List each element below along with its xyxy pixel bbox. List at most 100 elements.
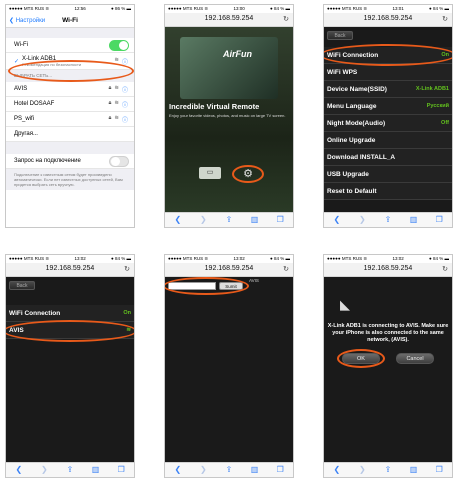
- back-arrow-icon[interactable]: ❮: [171, 213, 185, 227]
- share-icon[interactable]: ⇪: [222, 463, 236, 477]
- remote-icon[interactable]: ▭: [199, 167, 221, 179]
- menu-wifi-wps[interactable]: WiFi WPS: [324, 64, 452, 81]
- network-avis[interactable]: AVIS ≋: [6, 322, 134, 339]
- menu-usb-upgrade[interactable]: USB Upgrade: [324, 166, 452, 183]
- gear-icon[interactable]: ⚙: [237, 167, 259, 181]
- address-bar[interactable]: 192.168.59.254 ↻: [324, 13, 452, 27]
- forward-arrow-icon[interactable]: ❯: [355, 213, 369, 227]
- password-page: AVIS Sumit: [165, 277, 293, 462]
- bookmarks-icon[interactable]: ▥: [248, 463, 262, 477]
- wifi-toggle[interactable]: [109, 39, 129, 51]
- menu-wifi-connection[interactable]: WiFi Connection On: [6, 305, 134, 322]
- forward-arrow-icon[interactable]: ❯: [196, 213, 210, 227]
- back-button[interactable]: Back: [327, 31, 353, 40]
- address-bar[interactable]: 192.168.59.254 ↻: [165, 263, 293, 277]
- browser-toolbar: ❮ ❯ ⇪ ▥ ❐: [324, 212, 452, 227]
- bookmarks-icon[interactable]: ▥: [89, 463, 103, 477]
- status-bar: ●●●●● MTS RUS ≋ 12:56 ● 86 % ▬: [6, 5, 134, 13]
- share-icon[interactable]: ⇪: [381, 213, 395, 227]
- group-spacer: [6, 28, 134, 38]
- settings-page: Back WiFi Connection On WiFi WPS Device …: [324, 27, 452, 212]
- reload-icon[interactable]: ↻: [442, 15, 448, 23]
- info-icon[interactable]: ⓘ: [122, 57, 128, 66]
- reload-icon[interactable]: ↻: [442, 265, 448, 273]
- share-icon[interactable]: ⇪: [63, 463, 77, 477]
- menu-night-mode[interactable]: Night Mode(Audio) Off: [324, 115, 452, 132]
- network-name: AVIS: [9, 326, 24, 334]
- ask-to-join-toggle[interactable]: [109, 155, 129, 167]
- menu-download[interactable]: Download INSTALL_A: [324, 149, 452, 166]
- menu-label: WiFi Connection: [327, 51, 379, 59]
- reload-icon[interactable]: ↻: [283, 15, 289, 23]
- ask-to-join-label: Запрос на подключение: [14, 158, 81, 164]
- menu-label: Menu Language: [327, 102, 377, 110]
- tabs-icon[interactable]: ❐: [114, 463, 128, 477]
- connected-network-row[interactable]: ✓ X-Link ADB1 Рекомендация по безопаснос…: [6, 53, 134, 70]
- network-item-other[interactable]: Другая...: [6, 127, 134, 142]
- forward-arrow-icon[interactable]: ❯: [355, 463, 369, 477]
- back-arrow-icon[interactable]: ❮: [330, 463, 344, 477]
- password-input[interactable]: [168, 282, 216, 290]
- share-icon[interactable]: ⇪: [381, 463, 395, 477]
- menu-online-upgrade[interactable]: Online Upgrade: [324, 132, 452, 149]
- menu-label: Download INSTALL_A: [327, 153, 396, 161]
- airfun-hero-image: [180, 37, 278, 99]
- menu-value: Русский: [426, 103, 449, 109]
- wifi-label: Wi-Fi: [14, 42, 28, 48]
- submit-button[interactable]: Sumit: [219, 282, 243, 290]
- url-text: 192.168.59.254: [204, 265, 254, 272]
- share-icon[interactable]: ⇪: [222, 213, 236, 227]
- network-item[interactable]: PS_wifi 🔒︎ ≋ ⓘ: [6, 112, 134, 127]
- back-arrow-icon[interactable]: ❮: [12, 463, 26, 477]
- back-settings-link[interactable]: ❮ Настройки: [9, 17, 45, 24]
- wifi-warning-icon: ◣: [340, 297, 350, 312]
- screen-device-menu: ●●●●● MTS RUS ≋ 13:01 ● 84 % ▬ 192.168.5…: [323, 4, 453, 228]
- network-icons: 🔒︎ ≋ ⓘ: [108, 100, 128, 109]
- address-bar[interactable]: 192.168.59.254 ↻: [165, 13, 293, 27]
- nav-bar: ❮ Настройки Wi-Fi: [6, 13, 134, 28]
- forward-arrow-icon[interactable]: ❯: [37, 463, 51, 477]
- bookmarks-icon[interactable]: ▥: [248, 213, 262, 227]
- battery-text: ● 84 % ▬: [270, 6, 290, 11]
- screen-connecting-dialog: ●●●●● MTS RUS ≋ 13:02 ● 84 % ▬ 192.168.5…: [323, 254, 453, 478]
- menu-wifi-connection[interactable]: WiFi Connection On: [324, 47, 452, 64]
- info-icon[interactable]: ⓘ: [122, 100, 128, 109]
- checkmark-icon: ✓: [14, 58, 20, 65]
- menu-value: On: [123, 310, 131, 316]
- bookmarks-icon[interactable]: ▥: [407, 463, 421, 477]
- tabs-icon[interactable]: ❐: [273, 213, 287, 227]
- network-item[interactable]: AVIS 🔒︎ ≋ ⓘ: [6, 82, 134, 97]
- menu-device-name[interactable]: Device Name(SSID) X-Link ADB1: [324, 81, 452, 98]
- back-arrow-icon[interactable]: ❮: [171, 463, 185, 477]
- ask-to-join-row: Запрос на подключение: [6, 154, 134, 169]
- info-icon[interactable]: ⓘ: [122, 115, 128, 124]
- forward-arrow-icon[interactable]: ❯: [196, 463, 210, 477]
- connecting-page: ◣ X-Link ADB1 is connecting to AVIS. Mak…: [324, 277, 452, 462]
- tabs-icon[interactable]: ❐: [432, 463, 446, 477]
- tabs-icon[interactable]: ❐: [273, 463, 287, 477]
- wifi-signal-icon: ≋: [114, 56, 119, 63]
- footer-note: Подключение к известным сетям будет прои…: [6, 169, 134, 190]
- cancel-button[interactable]: Cancel: [396, 353, 434, 364]
- reload-icon[interactable]: ↻: [283, 265, 289, 273]
- menu-value: Off: [441, 120, 449, 126]
- security-note: Рекомендация по безопасности: [22, 61, 82, 67]
- back-button[interactable]: Back: [9, 281, 35, 290]
- address-bar[interactable]: 192.168.59.254 ↻: [324, 263, 452, 277]
- ok-button[interactable]: OK: [342, 353, 380, 364]
- menu-language[interactable]: Menu Language Русский: [324, 98, 452, 115]
- back-arrow-icon[interactable]: ❮: [330, 213, 344, 227]
- headline: Incredible Virtual Remote: [169, 102, 260, 111]
- choose-network-header: ВЫБРАТЬ СЕТЬ...: [6, 70, 134, 82]
- network-item[interactable]: Hotel DOSAAF 🔒︎ ≋ ⓘ: [6, 97, 134, 112]
- status-bar: ●●●●● MTS RUS ≋ 13:02 ● 84 % ▬: [324, 255, 452, 263]
- battery-text: ● 84 % ▬: [429, 6, 449, 11]
- address-bar[interactable]: 192.168.59.254 ↻: [6, 263, 134, 277]
- info-icon[interactable]: ⓘ: [122, 85, 128, 94]
- menu-reset[interactable]: Reset to Default: [324, 183, 452, 200]
- clock: 13:02: [392, 256, 404, 261]
- bookmarks-icon[interactable]: ▥: [407, 213, 421, 227]
- tabs-icon[interactable]: ❐: [432, 213, 446, 227]
- ssid-label: AVIS: [249, 278, 259, 283]
- reload-icon[interactable]: ↻: [124, 265, 130, 273]
